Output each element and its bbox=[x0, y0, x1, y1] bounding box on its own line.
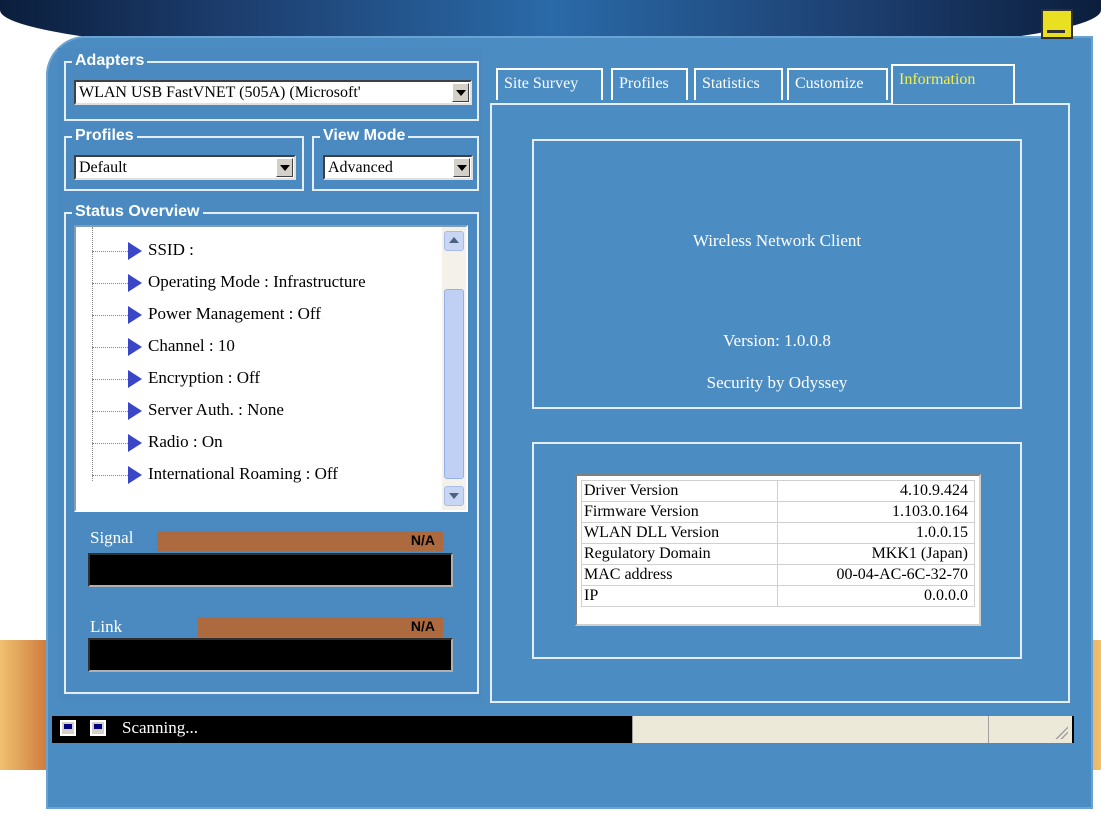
link-value: N/A bbox=[410, 618, 435, 634]
computer-icon bbox=[60, 720, 76, 736]
status-tree[interactable]: SSID : Operating Mode : Infrastructure P… bbox=[74, 225, 468, 512]
status-item-operating-mode: Operating Mode : Infrastructure bbox=[92, 267, 366, 297]
status-segment bbox=[632, 716, 988, 743]
table-row: Regulatory Domain MKK1 (Japan) bbox=[580, 543, 975, 565]
status-scrollbar[interactable] bbox=[442, 227, 466, 510]
chevron-down-icon[interactable] bbox=[276, 158, 293, 177]
scroll-up-icon[interactable] bbox=[444, 231, 464, 251]
row-value: 0.0.0.0 bbox=[777, 585, 975, 607]
status-item-international-roaming: International Roaming : Off bbox=[92, 459, 338, 489]
tab-customize[interactable]: Customize bbox=[787, 68, 888, 100]
arrow-right-icon bbox=[128, 466, 142, 485]
product-name: Wireless Network Client bbox=[692, 231, 862, 250]
status-item-power-management: Power Management : Off bbox=[92, 299, 321, 329]
tab-profiles[interactable]: Profiles bbox=[611, 68, 688, 100]
arrow-right-icon bbox=[128, 402, 142, 421]
status-item-channel: Channel : 10 bbox=[92, 331, 235, 361]
arrow-right-icon bbox=[128, 242, 142, 261]
link-meter bbox=[88, 638, 453, 672]
row-label: Regulatory Domain bbox=[580, 543, 779, 565]
status-item-server-auth: Server Auth. : None bbox=[92, 395, 284, 425]
status-text: Scanning... bbox=[122, 718, 199, 737]
scroll-down-icon[interactable] bbox=[444, 486, 464, 506]
arrow-right-icon bbox=[128, 434, 142, 453]
computer-icon bbox=[90, 720, 106, 736]
table-row: IP 0.0.0.0 bbox=[580, 585, 975, 607]
profile-select-value: Default bbox=[79, 159, 127, 176]
arrow-right-icon bbox=[128, 274, 142, 293]
row-value: 1.0.0.15 bbox=[777, 522, 975, 544]
status-bar: Scanning... bbox=[52, 716, 1074, 743]
product-info-box: Wireless Network Client Version: 1.0.0.8… bbox=[532, 139, 1022, 409]
view-mode-select-value: Advanced bbox=[328, 159, 393, 176]
row-label: Firmware Version bbox=[580, 501, 779, 523]
status-item-ssid: SSID : bbox=[92, 235, 194, 265]
table-row: MAC address 00-04-AC-6C-32-70 bbox=[580, 564, 975, 586]
version-info-table: Driver Version 4.10.9.424 Firmware Versio… bbox=[575, 474, 981, 626]
arrow-right-icon bbox=[128, 338, 142, 357]
link-fill: N/A bbox=[198, 617, 443, 637]
status-item-radio: Radio : On bbox=[92, 427, 223, 457]
arrow-right-icon bbox=[128, 370, 142, 389]
tab-statistics[interactable]: Statistics bbox=[694, 68, 783, 100]
status-item-encryption: Encryption : Off bbox=[92, 363, 260, 393]
table-row: Driver Version 4.10.9.424 bbox=[580, 480, 975, 502]
signal-value: N/A bbox=[410, 532, 435, 548]
tab-information[interactable]: Information bbox=[891, 64, 1015, 104]
view-mode-select[interactable]: Advanced bbox=[323, 155, 473, 180]
row-label: IP bbox=[580, 585, 779, 607]
resize-grip-icon[interactable] bbox=[1048, 716, 1072, 743]
row-label: WLAN DLL Version bbox=[580, 522, 779, 544]
tab-site-survey[interactable]: Site Survey bbox=[496, 68, 603, 100]
row-value: 00-04-AC-6C-32-70 bbox=[777, 564, 975, 586]
arrow-right-icon bbox=[128, 306, 142, 325]
signal-label: Signal bbox=[90, 528, 134, 547]
row-value: 4.10.9.424 bbox=[777, 480, 975, 502]
row-value: MKK1 (Japan) bbox=[777, 543, 975, 565]
link-label: Link bbox=[90, 617, 123, 636]
profiles-title: Profiles bbox=[72, 127, 137, 145]
adapter-select[interactable]: WLAN USB FastVNET (505A) (Microsoft' bbox=[74, 80, 472, 105]
status-segment bbox=[988, 716, 1048, 743]
table-row: Firmware Version 1.103.0.164 bbox=[580, 501, 975, 523]
chevron-down-icon[interactable] bbox=[452, 83, 469, 102]
security-credit: Security by Odyssey bbox=[706, 373, 848, 392]
chevron-down-icon[interactable] bbox=[453, 158, 470, 177]
row-label: Driver Version bbox=[580, 480, 779, 502]
adapter-select-value: WLAN USB FastVNET (505A) (Microsoft' bbox=[79, 84, 361, 101]
profile-select[interactable]: Default bbox=[74, 155, 296, 180]
scroll-thumb[interactable] bbox=[444, 289, 464, 479]
row-label: MAC address bbox=[580, 564, 779, 586]
product-version: Version: 1.0.0.8 bbox=[723, 331, 831, 350]
signal-fill: N/A bbox=[157, 531, 443, 551]
signal-meter bbox=[88, 553, 453, 587]
minimize-button[interactable] bbox=[1041, 9, 1073, 39]
status-overview-title: Status Overview bbox=[72, 203, 203, 221]
adapters-title: Adapters bbox=[72, 52, 148, 70]
table-row: WLAN DLL Version 1.0.0.15 bbox=[580, 522, 975, 544]
view-mode-title: View Mode bbox=[320, 127, 409, 145]
row-value: 1.103.0.164 bbox=[777, 501, 975, 523]
